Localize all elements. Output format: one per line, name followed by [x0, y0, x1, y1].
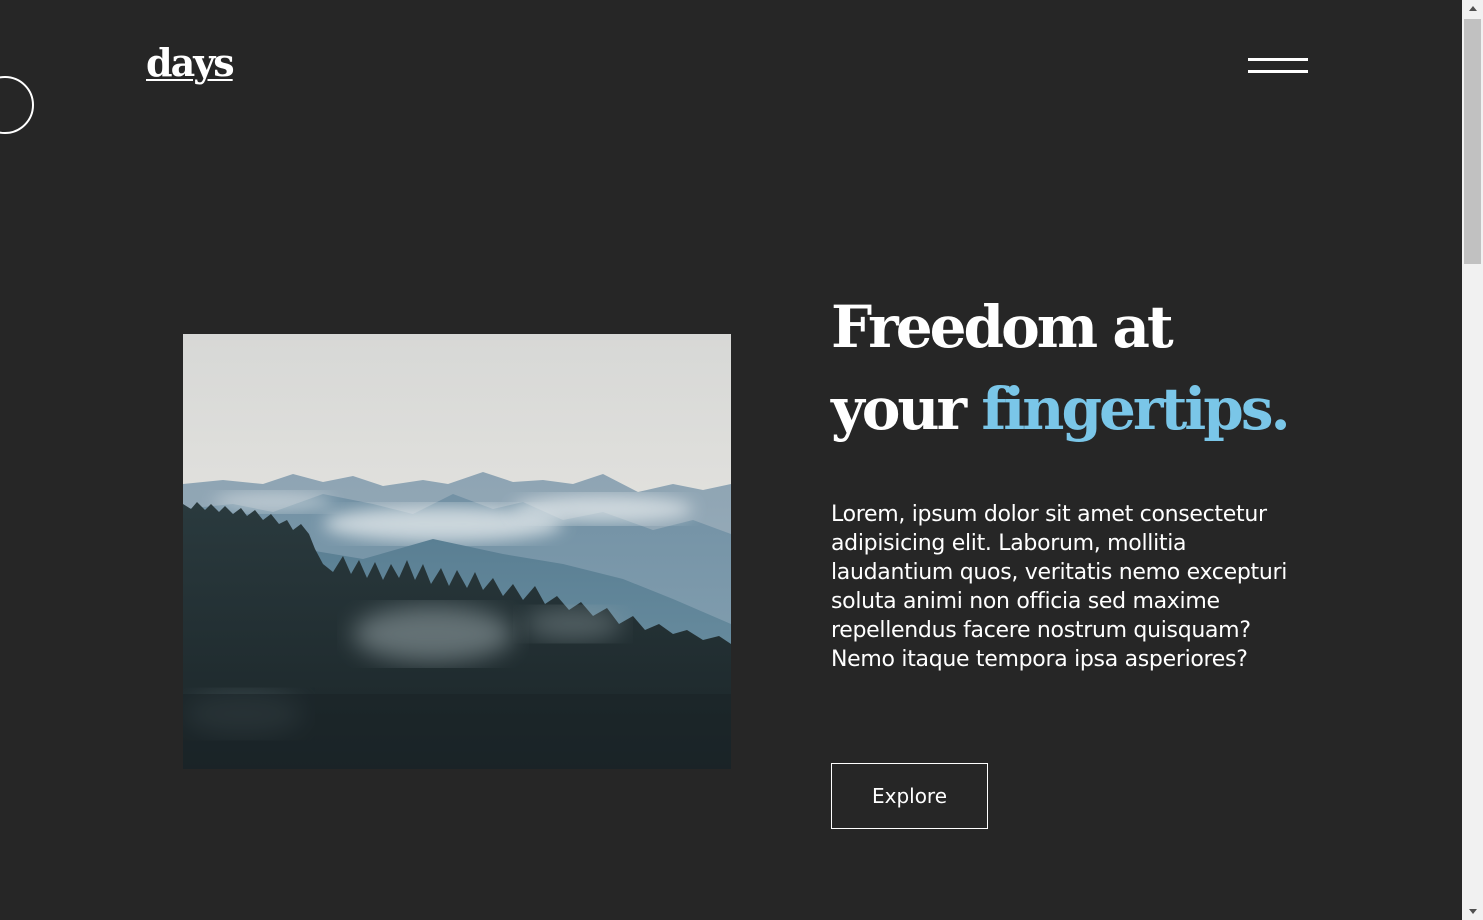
menu-bar-top: [1248, 58, 1308, 61]
scroll-up-arrow-icon[interactable]: [1462, 0, 1483, 17]
scrollbar-thumb[interactable]: [1464, 19, 1481, 264]
landing-page: days Freedom at your fingertips. Lorem, …: [0, 0, 1462, 920]
hero-description: Lorem, ipsum dolor sit amet consectetur …: [831, 502, 1288, 672]
hero-image: [183, 334, 731, 769]
explore-button[interactable]: Explore: [831, 763, 988, 829]
headline-accent-word: fingertips.: [981, 375, 1290, 443]
headline-line2-plain: your: [831, 375, 982, 443]
menu-bar-bottom: [1248, 70, 1308, 73]
headline-line1: Freedom at: [831, 293, 1174, 361]
scroll-down-arrow-icon[interactable]: [1462, 903, 1483, 920]
site-logo[interactable]: days: [146, 44, 235, 82]
hero-headline: Freedom at your fingertips.: [831, 286, 1291, 450]
hamburger-menu-icon[interactable]: [1248, 56, 1308, 76]
vertical-scrollbar[interactable]: [1462, 0, 1483, 920]
cursor-circle: [0, 76, 34, 134]
